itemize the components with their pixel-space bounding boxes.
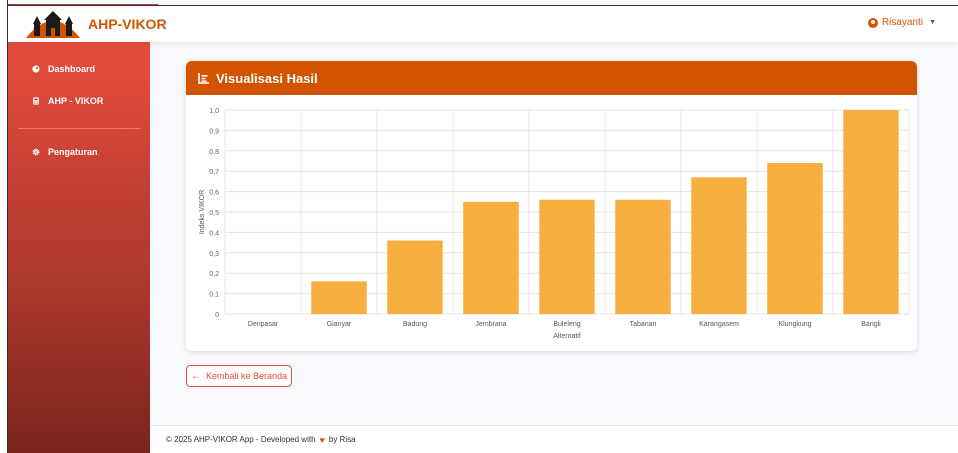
card-header: Visualisasi Hasil	[186, 61, 917, 95]
x-tick-label: Buleleng	[553, 321, 580, 328]
calculator-icon	[33, 97, 39, 105]
y-tick-label: 0,8	[209, 149, 219, 156]
y-tick-label: 0,7	[209, 169, 219, 176]
user-circle-icon	[867, 17, 878, 28]
sidebar-item-label: Dashboard	[48, 64, 96, 74]
bar-gianyar	[311, 281, 367, 314]
y-tick-label: 0,9	[209, 128, 219, 135]
back-button-label: Kembali ke Beranda	[205, 371, 288, 381]
bar-buleleng	[539, 199, 595, 314]
sidebar-divider	[18, 128, 140, 129]
results-card: Visualisasi Hasil 0 0,1 0,2 0,3 0,4 0,5 0,6 0,7…	[186, 61, 917, 351]
footer-text: © 2025 AHP-VIKOR App - Developed with	[166, 435, 316, 444]
heart-icon: ♥	[319, 434, 325, 445]
sidebar-item-pengaturan[interactable]: Pengaturan	[8, 144, 98, 160]
x-tick-label: Karangasem	[699, 321, 739, 328]
window-frame-left	[0, 0, 8, 453]
top-navbar: AHP-VIKOR Risayanti ▼	[8, 5, 958, 42]
bar-bangli	[843, 110, 899, 314]
x-axis-title: Alternatif	[553, 333, 581, 340]
y-tick-label: 0,1	[209, 292, 219, 299]
y-tick-label: 0,2	[209, 271, 219, 278]
y-tick-label: 1,0	[209, 108, 219, 115]
bar-jembrana	[463, 201, 519, 314]
window-frame-top	[8, 4, 158, 5]
y-axis-title: Indeks VIKOR	[199, 190, 206, 234]
sidebar-item-ahp-vikor[interactable]: AHP - VIKOR	[8, 93, 103, 109]
sidebar: Dashboard AHP - VIKOR Pengaturan	[8, 41, 150, 453]
bar-tabanan	[615, 199, 671, 314]
sidebar-item-label: AHP - VIKOR	[48, 96, 104, 106]
caret-down-icon: ▼	[929, 19, 936, 26]
y-tick-label: 0,4	[209, 230, 219, 237]
brand-name: AHP-VIKOR	[88, 16, 167, 32]
temple-logo-icon	[26, 11, 80, 38]
x-tick-label: Badung	[403, 321, 427, 328]
user-name: Risayanti	[881, 17, 924, 28]
sidebar-item-label: Pengaturan	[48, 147, 98, 157]
y-tick-label: 0	[215, 312, 219, 319]
footer: © 2025 AHP-VIKOR App - Developed with ♥ …	[150, 425, 958, 453]
dashboard-icon	[32, 65, 40, 73]
x-tick-label: Denpasar	[248, 321, 279, 328]
x-tick-label: Bangli	[861, 321, 881, 328]
x-tick-label: Klungkung	[778, 321, 811, 328]
y-tick-label: 0,5	[209, 210, 219, 217]
chart-bar-icon	[198, 73, 209, 84]
x-tick-label: Jembrana	[475, 321, 506, 328]
card-title: Visualisasi Hasil	[216, 70, 318, 86]
bar-badung	[387, 240, 443, 314]
y-tick-label: 0,6	[209, 190, 219, 197]
brand-link[interactable]: AHP-VIKOR	[24, 9, 167, 39]
arrow-left-icon: ←	[190, 370, 201, 382]
vikor-bar-chart: 0 0,1 0,2 0,3 0,4 0,5 0,6 0,7 0,8 0,9 1,0 Denpasar G…	[199, 108, 910, 340]
sidebar-item-dashboard[interactable]: Dashboard	[8, 61, 95, 77]
bar-karangasem	[691, 177, 747, 314]
back-to-home-button[interactable]: ← Kembali ke Beranda	[186, 365, 292, 387]
user-menu[interactable]: Risayanti ▼	[867, 17, 936, 28]
footer-author: by Risa	[328, 435, 356, 444]
gear-icon	[32, 148, 40, 156]
x-tick-label: Gianyar	[327, 321, 352, 328]
y-tick-label: 0,3	[209, 251, 219, 258]
bar-klungkung	[767, 163, 823, 314]
x-tick-label: Tabanan	[630, 321, 657, 328]
